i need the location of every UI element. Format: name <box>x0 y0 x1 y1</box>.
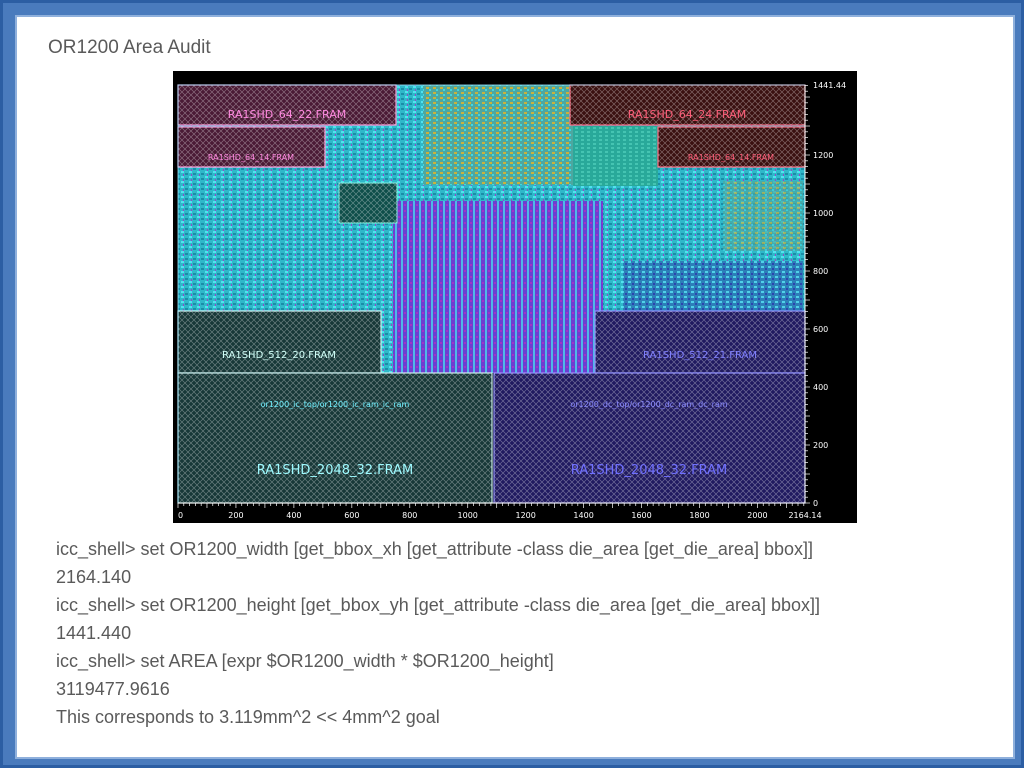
macro-label: RA1SHD_512_21.FRAM <box>643 350 757 361</box>
macro-label: RA1SHD_64_14.FRAM <box>688 153 774 162</box>
x-tick-label: 1400 <box>573 511 593 520</box>
small-macro <box>338 182 398 224</box>
console-line: icc_shell> set AREA [expr $OR1200_width … <box>56 651 554 671</box>
x-tick-label: 400 <box>286 511 301 520</box>
macro-instance: or1200_dc_top/or1200_dc_ram_dc_ram <box>570 400 727 409</box>
macro-label: RA1SHD_64_14.FRAM <box>208 153 294 162</box>
slide: OR1200 Area Audit RA1SHD_64_22.FRAM RA1S… <box>15 15 1015 759</box>
page-title: OR1200 Area Audit <box>48 37 211 58</box>
x-tick-label: 1000 <box>458 511 478 520</box>
console-line: 1441.440 <box>56 623 132 643</box>
macro-b7: or1200_ic_top/or1200_ic_ram_ic_ram RA1SH… <box>177 372 493 504</box>
chip-layout-image: RA1SHD_64_22.FRAM RA1SHD_64_24.FRAM RA1S… <box>173 71 857 523</box>
macro-label: RA1SHD_512_20.FRAM <box>222 350 336 361</box>
console-output: icc_shell> set OR1200_width [get_bbox_xh… <box>56 535 820 731</box>
x-tick-label: 1600 <box>631 511 651 520</box>
macro-label: RA1SHD_64_22.FRAM <box>228 108 346 121</box>
y-tick-label: 1200 <box>813 151 833 160</box>
x-tick-label: 1200 <box>515 511 535 520</box>
console-line: icc_shell> set OR1200_width [get_bbox_xh… <box>56 539 813 559</box>
y-tick-label: 800 <box>813 267 828 276</box>
macro-instance: or1200_ic_top/or1200_ic_ram_ic_ram <box>261 400 410 409</box>
macro-label: RA1SHD_2048_32.FRAM <box>257 463 414 478</box>
console-line: This corresponds to 3.119mm^2 << 4mm^2 g… <box>56 707 440 727</box>
x-tick-label: 2164.14 <box>788 511 821 520</box>
macro-b3: RA1SHD_64_14.FRAM <box>177 126 326 168</box>
console-line: 2164.140 <box>56 567 132 587</box>
console-line: 3119477.9616 <box>56 679 170 699</box>
macro-label: RA1SHD_64_24.FRAM <box>628 108 746 121</box>
x-axis-ticks: 0 200 400 600 800 1000 1200 1400 1600 1800 2000 216… <box>177 503 822 520</box>
slide-frame: OR1200 Area Audit RA1SHD_64_22.FRAM RA1S… <box>0 0 1024 768</box>
y-tick-label: 400 <box>813 383 828 392</box>
y-tick-label: 200 <box>813 441 828 450</box>
y-tick-label: 1000 <box>813 209 833 218</box>
x-tick-label: 2000 <box>747 511 767 520</box>
y-tick-label: 0 <box>813 499 818 508</box>
macro-b8: or1200_dc_top/or1200_dc_ram_dc_ram RA1SH… <box>493 372 806 504</box>
y-axis-ticks: 0 200 400 600 800 1000 1200 1441.44 <box>805 81 846 508</box>
y-tick-label: 1441.44 <box>813 81 846 90</box>
x-tick-label: 800 <box>402 511 417 520</box>
x-tick-label: 1800 <box>689 511 709 520</box>
macro-b6: RA1SHD_512_21.FRAM <box>594 310 806 374</box>
console-line: icc_shell> set OR1200_height [get_bbox_y… <box>56 595 821 615</box>
macro-b5: RA1SHD_512_20.FRAM <box>177 310 382 374</box>
macro-label: RA1SHD_2048_32.FRAM <box>571 463 728 478</box>
macro-b1: RA1SHD_64_22.FRAM <box>177 84 397 126</box>
y-tick-label: 600 <box>813 325 828 334</box>
x-tick-label: 0 <box>178 511 183 520</box>
chip-layout-svg: RA1SHD_64_22.FRAM RA1SHD_64_24.FRAM RA1S… <box>177 81 846 520</box>
macro-b2: RA1SHD_64_24.FRAM <box>569 84 806 126</box>
x-tick-label: 600 <box>344 511 359 520</box>
macro-b4: RA1SHD_64_14.FRAM <box>657 126 806 168</box>
x-tick-label: 200 <box>228 511 243 520</box>
